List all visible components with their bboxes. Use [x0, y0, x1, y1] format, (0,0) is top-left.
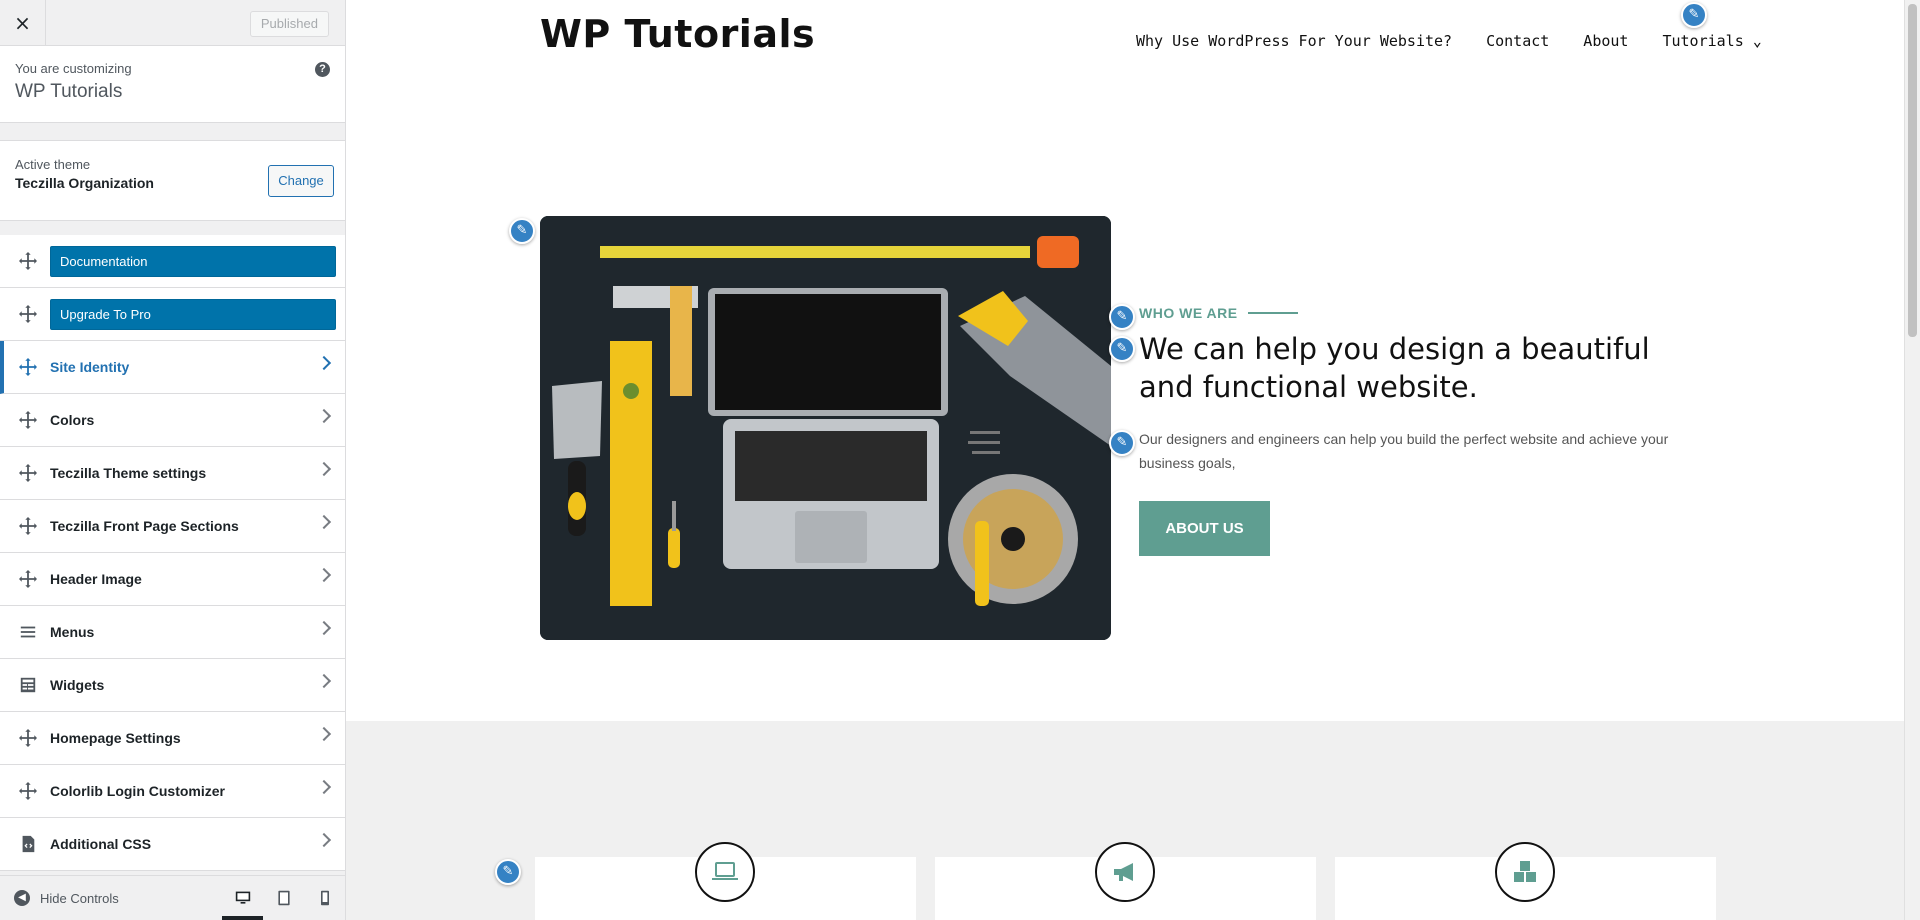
scrollbar-thumb[interactable] — [1908, 4, 1917, 337]
chevron-right-icon — [316, 726, 332, 742]
chevron-right-icon — [316, 779, 332, 795]
section-label: Menus — [50, 624, 95, 640]
nav-item-contact[interactable]: Contact — [1486, 32, 1549, 50]
site-name: WP Tutorials — [15, 81, 123, 102]
chevron-right-icon — [316, 514, 332, 530]
hide-controls-label: Hide Controls — [40, 890, 119, 906]
help-icon[interactable]: ? — [315, 62, 330, 77]
section-label: Header Image — [50, 571, 142, 587]
section-colors[interactable]: Colors — [0, 394, 345, 447]
customizing-label: You are customizing — [15, 61, 132, 76]
chevron-right-icon — [316, 673, 332, 689]
upgrade-to-pro-button[interactable]: Upgrade To Pro — [50, 298, 336, 330]
edit-shortcut-icon[interactable]: ✎ — [509, 218, 535, 244]
move-icon[interactable] — [18, 516, 38, 536]
hero-headline: We can help you design a beautiful and f… — [1139, 332, 1650, 404]
chevron-right-icon — [316, 832, 332, 848]
site-title[interactable]: WP Tutorials — [540, 12, 815, 56]
section-homepage-settings[interactable]: Homepage Settings — [0, 712, 345, 765]
section-label: Homepage Settings — [50, 730, 181, 746]
css-icon — [18, 834, 38, 854]
documentation-row: Documentation — [0, 235, 345, 288]
chevron-right-icon — [316, 461, 332, 477]
customizer-sidebar: × Published You are customizing WP Tutor… — [0, 0, 346, 920]
widgets-icon — [18, 675, 38, 695]
customizer-header: × Published — [0, 0, 345, 46]
chevron-right-icon — [316, 567, 332, 583]
publish-button[interactable]: Published — [249, 11, 329, 37]
megaphone-icon — [1095, 842, 1155, 902]
tablet-preview-icon[interactable] — [263, 876, 304, 920]
eyebrow-line — [1247, 312, 1298, 314]
section-additional-css[interactable]: Additional CSS — [0, 818, 345, 871]
preview-scrollbar[interactable] — [1904, 0, 1920, 920]
section-front-page[interactable]: Teczilla Front Page Sections — [0, 500, 345, 553]
section-label: Additional CSS — [50, 836, 152, 852]
hide-controls-button[interactable]: ◀ Hide Controls — [14, 890, 119, 906]
section-widgets[interactable]: Widgets — [0, 659, 345, 712]
desktop-preview-icon[interactable] — [222, 876, 263, 920]
nav-item-about[interactable]: About — [1583, 32, 1628, 50]
move-icon[interactable] — [18, 410, 38, 430]
section-theme-settings[interactable]: Teczilla Theme settings — [0, 447, 345, 500]
documentation-button[interactable]: Documentation — [50, 245, 336, 277]
move-icon[interactable] — [18, 357, 38, 377]
section-label: Teczilla Theme settings — [50, 465, 207, 481]
laptop-icon — [695, 842, 755, 902]
section-site-identity[interactable]: Site Identity — [0, 341, 345, 394]
customizer-footer: ◀ Hide Controls — [0, 875, 345, 920]
section-label: Teczilla Front Page Sections — [50, 518, 239, 534]
change-theme-button[interactable]: Change — [268, 165, 334, 197]
nav-item-tutorials[interactable]: Tutorials — [1662, 32, 1761, 50]
cubes-icon — [1495, 842, 1555, 902]
section-label: Site Identity — [50, 359, 130, 375]
section-label: Widgets — [50, 677, 105, 693]
chevron-right-icon — [316, 408, 332, 424]
hero-image — [540, 216, 1111, 640]
active-theme-panel: Active theme Teczilla Organization Chang… — [0, 140, 345, 221]
nav-item-why-wordpress[interactable]: Why Use WordPress For Your Website? — [1136, 32, 1452, 50]
customizing-info: You are customizing WP Tutorials ? — [0, 46, 345, 123]
move-icon[interactable] — [18, 569, 38, 589]
hero-eyebrow: WHO WE ARE — [1139, 305, 1298, 321]
primary-nav: Why Use WordPress For Your Website? Cont… — [1136, 32, 1796, 50]
chevron-right-icon — [316, 620, 332, 636]
menu-icon — [18, 622, 38, 642]
edit-shortcut-icon[interactable]: ✎ — [1109, 336, 1135, 362]
mobile-preview-icon[interactable] — [304, 876, 345, 920]
section-menus[interactable]: Menus — [0, 606, 345, 659]
chevron-right-icon — [316, 355, 332, 371]
section-header-image[interactable]: Header Image — [0, 553, 345, 606]
move-icon[interactable] — [18, 463, 38, 483]
section-label: Colors — [50, 412, 95, 428]
upgrade-row: Upgrade To Pro — [0, 288, 345, 341]
move-icon[interactable] — [18, 251, 38, 271]
edit-shortcut-icon[interactable]: ✎ — [1681, 2, 1707, 28]
tools-laptop-illustration — [540, 216, 1111, 640]
section-label: Colorlib Login Customizer — [50, 783, 225, 799]
customizer-sections: Documentation Upgrade To Pro Site Identi… — [0, 235, 345, 871]
section-login-customizer[interactable]: Colorlib Login Customizer — [0, 765, 345, 818]
hero-text: Our designers and engineers can help you… — [1139, 431, 1669, 471]
eyebrow-text: WHO WE ARE — [1139, 305, 1238, 321]
device-switcher — [222, 876, 345, 920]
about-us-button[interactable]: ABOUT US — [1139, 501, 1270, 556]
collapse-icon: ◀ — [14, 890, 30, 906]
edit-shortcut-icon[interactable]: ✎ — [1109, 430, 1135, 456]
site-preview: WP Tutorials Why Use WordPress For Your … — [346, 0, 1920, 920]
move-icon[interactable] — [18, 728, 38, 748]
close-icon[interactable]: × — [0, 0, 46, 45]
edit-shortcut-icon[interactable]: ✎ — [495, 859, 521, 885]
edit-shortcut-icon[interactable]: ✎ — [1109, 304, 1135, 330]
move-icon[interactable] — [18, 781, 38, 801]
move-icon[interactable] — [18, 304, 38, 324]
